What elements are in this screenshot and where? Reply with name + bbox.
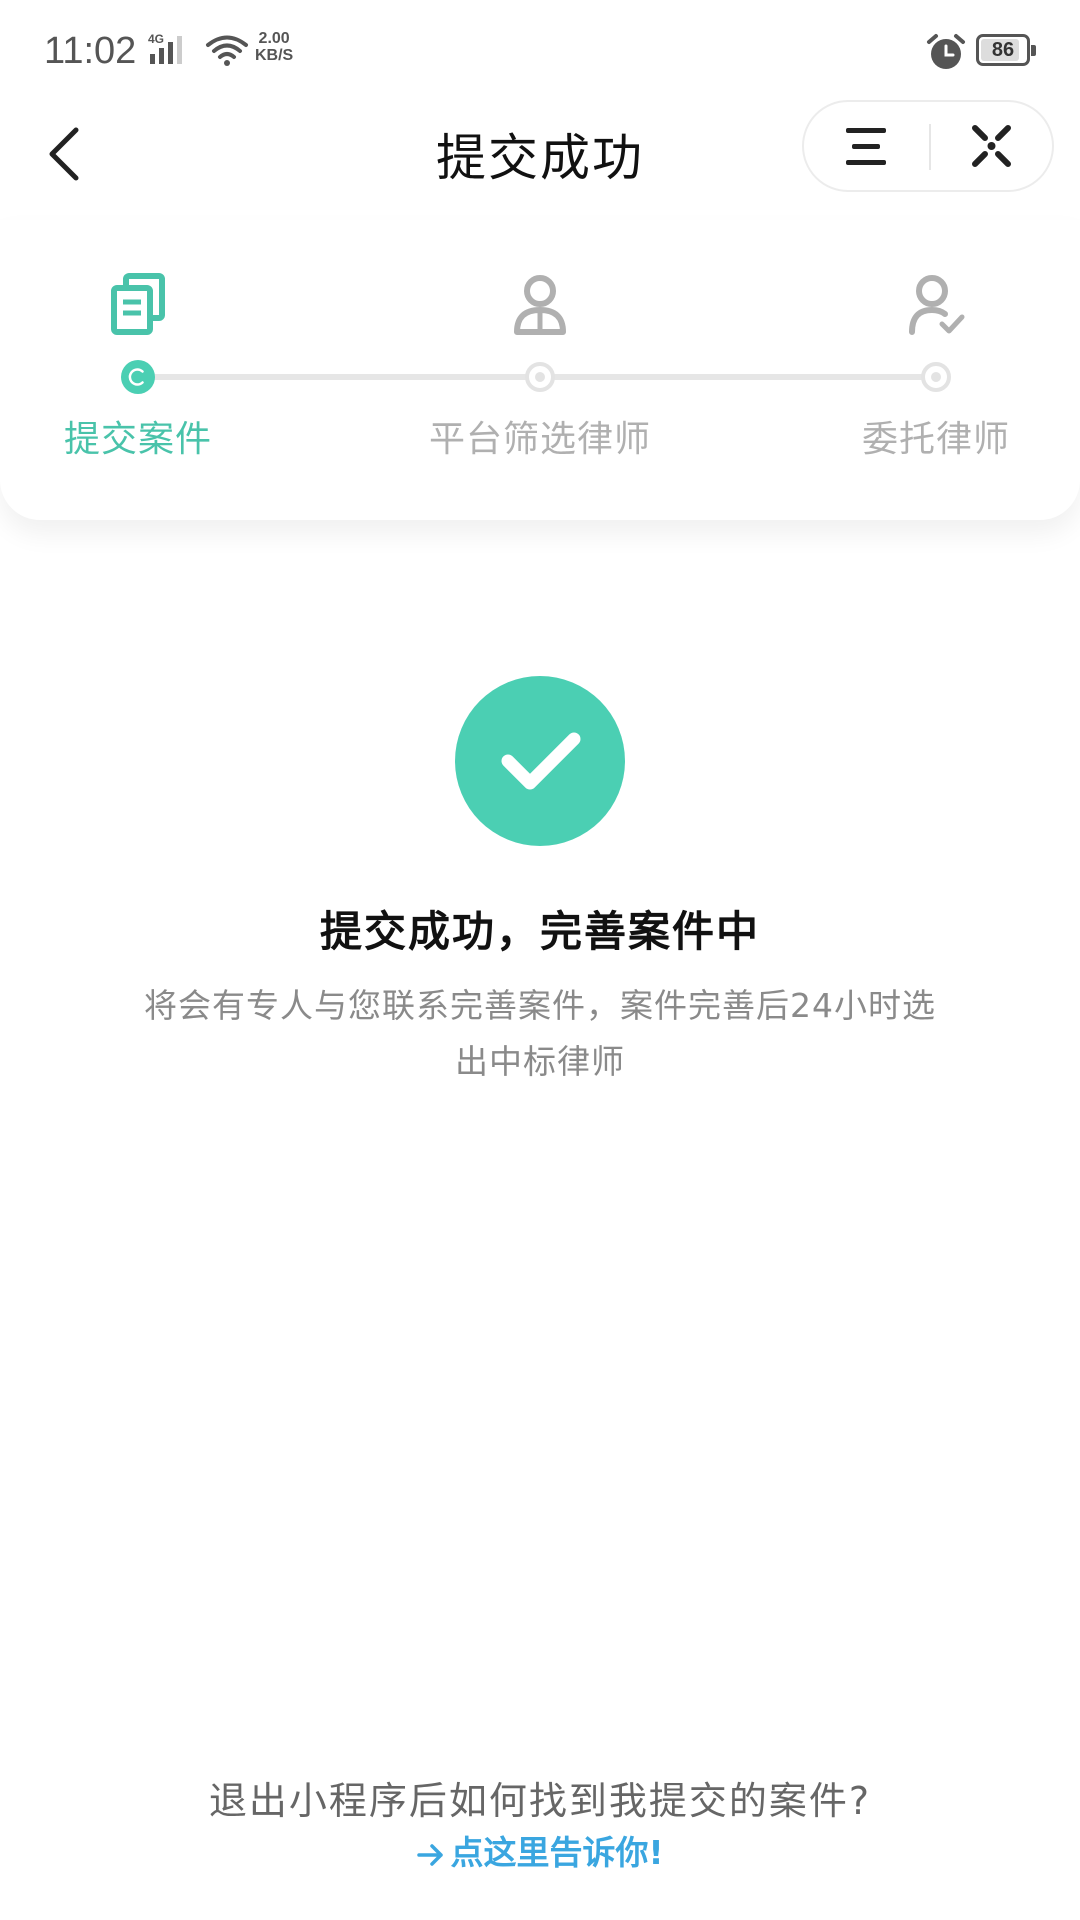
result-description: 将会有专人与您联系完善案件，案件完善后24小时选出中标律师 [144,986,936,1081]
arrow-right-icon [417,1843,444,1866]
network-speed: 2.00 KB/S [255,30,293,64]
checkmark-icon [501,732,581,790]
alarm-icon [927,34,965,69]
mini-program-capsule [802,100,1054,192]
result-title: 提交成功，完善案件中 [319,907,760,956]
battery-icon: 86 [976,34,1036,66]
user-check-icon [909,275,965,335]
nav-bar: 提交成功 [0,100,1080,220]
help-link-label: 点这里告诉你! [450,1833,664,1872]
close-button[interactable] [931,102,1052,190]
step-label: 委托律师 [861,419,1010,460]
footer-question: 退出小程序后如何找到我提交的案件? [208,1779,872,1823]
close-icon [972,125,1011,167]
wifi-icon [206,35,248,66]
step-entrust-lawyer: 委托律师 [806,220,1066,460]
status-bar: 11:02 4G 2.00 KB/S 86 [0,0,1080,100]
step-dot [921,362,951,392]
menu-icon [846,128,886,165]
success-badge [455,676,625,846]
step-label: 提交案件 [63,419,212,460]
status-time: 11:02 [44,30,137,72]
speed-value: 2.00 [258,30,290,47]
menu-button[interactable] [804,102,929,190]
help-link[interactable]: 点这里告诉你! [0,1826,1080,1874]
documents-icon [111,273,165,335]
signal-icon: 4G [148,32,182,64]
step-dot [525,362,555,392]
lawyer-icon [514,275,566,335]
step-submit-case: 提交案件 [8,220,268,460]
progress-steps: 提交案件 平台筛选律师 委托律师 [0,220,1080,520]
network-type: 4G [148,32,164,46]
step-platform-screening: 平台筛选律师 [410,220,670,460]
battery-percent: 86 [991,39,1015,61]
step-dot-active [121,360,155,394]
step-label: 平台筛选律师 [428,419,651,460]
speed-unit: KB/S [255,47,294,64]
